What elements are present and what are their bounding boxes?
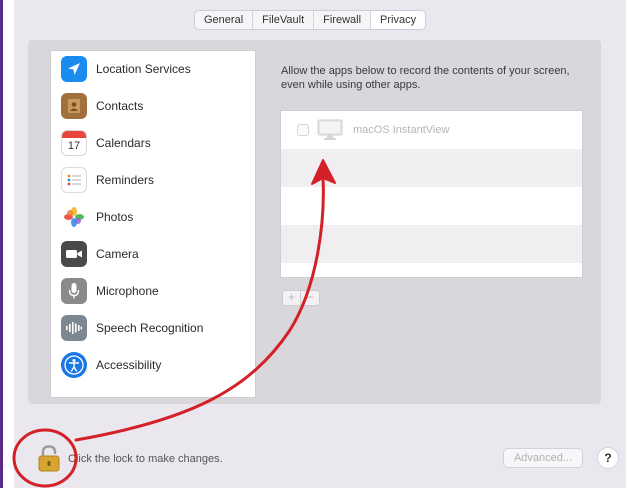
list-item[interactable]: macOS InstantView	[281, 111, 582, 149]
tab-general[interactable]: General	[195, 11, 254, 29]
help-button[interactable]: ?	[597, 447, 619, 469]
microphone-icon	[61, 278, 87, 304]
sidebar-item-camera[interactable]: Camera	[61, 240, 251, 268]
camera-icon	[61, 241, 87, 267]
sidebar-item-photos[interactable]: Photos	[61, 203, 251, 231]
add-app-button[interactable]: +	[283, 291, 301, 305]
add-remove-control: + −	[282, 290, 320, 306]
reminders-list-icon	[61, 167, 87, 193]
tab-privacy[interactable]: Privacy	[371, 11, 426, 29]
sidebar-item-label: Accessibility	[96, 358, 162, 372]
privacy-category-list: Location Services Contacts 17 Calendars …	[50, 50, 256, 398]
sidebar-item-label: Calendars	[96, 136, 151, 150]
app-name: macOS InstantView	[353, 124, 450, 136]
security-privacy-window: General FileVault Firewall Privacy Locat…	[0, 0, 629, 488]
screen-recording-description: Allow the apps below to record the conte…	[281, 65, 570, 91]
tab-bar: General FileVault Firewall Privacy	[194, 10, 427, 30]
calendar-icon: 17	[61, 130, 87, 156]
sidebar-item-label: Camera	[96, 247, 139, 261]
table-row	[281, 149, 582, 187]
sidebar-item-reminders[interactable]: Reminders	[61, 166, 251, 194]
sidebar-item-label: Microphone	[96, 284, 159, 298]
table-row	[281, 225, 582, 263]
window-left-edge	[0, 0, 3, 488]
remove-app-button[interactable]: −	[301, 291, 319, 305]
accessibility-person-icon	[61, 352, 87, 378]
sidebar-item-label: Photos	[96, 210, 134, 224]
sidebar-item-location-services[interactable]: Location Services	[61, 55, 251, 83]
contacts-book-icon	[61, 93, 87, 119]
sidebar-item-microphone[interactable]: Microphone	[61, 277, 251, 305]
monitor-icon	[315, 119, 345, 141]
tab-filevault[interactable]: FileVault	[253, 11, 315, 29]
lock-button[interactable]	[36, 444, 62, 474]
tab-firewall[interactable]: Firewall	[314, 11, 372, 29]
sidebar-item-calendars[interactable]: 17 Calendars	[61, 129, 251, 157]
sidebar-item-label: Reminders	[96, 173, 155, 187]
waveform-icon	[61, 315, 87, 341]
sidebar-item-accessibility[interactable]: Accessibility	[61, 351, 251, 379]
advanced-button[interactable]: Advanced...	[503, 448, 583, 468]
sidebar-item-label: Contacts	[96, 99, 144, 113]
sidebar-item-contacts[interactable]: Contacts	[61, 92, 251, 120]
app-permission-checkbox[interactable]	[297, 124, 309, 136]
sidebar-item-label: Speech Recognition	[96, 321, 204, 335]
sidebar-item-label: Location Services	[96, 62, 191, 76]
location-arrow-icon	[61, 56, 87, 82]
photos-flower-icon	[61, 204, 87, 230]
table-row	[281, 263, 582, 277]
sidebar-item-speech-recognition[interactable]: Speech Recognition	[61, 314, 251, 342]
lock-hint-text: Click the lock to make changes.	[68, 453, 223, 465]
padlock-icon	[38, 445, 60, 472]
app-permission-list: macOS InstantView	[280, 110, 583, 278]
table-row	[281, 187, 582, 225]
